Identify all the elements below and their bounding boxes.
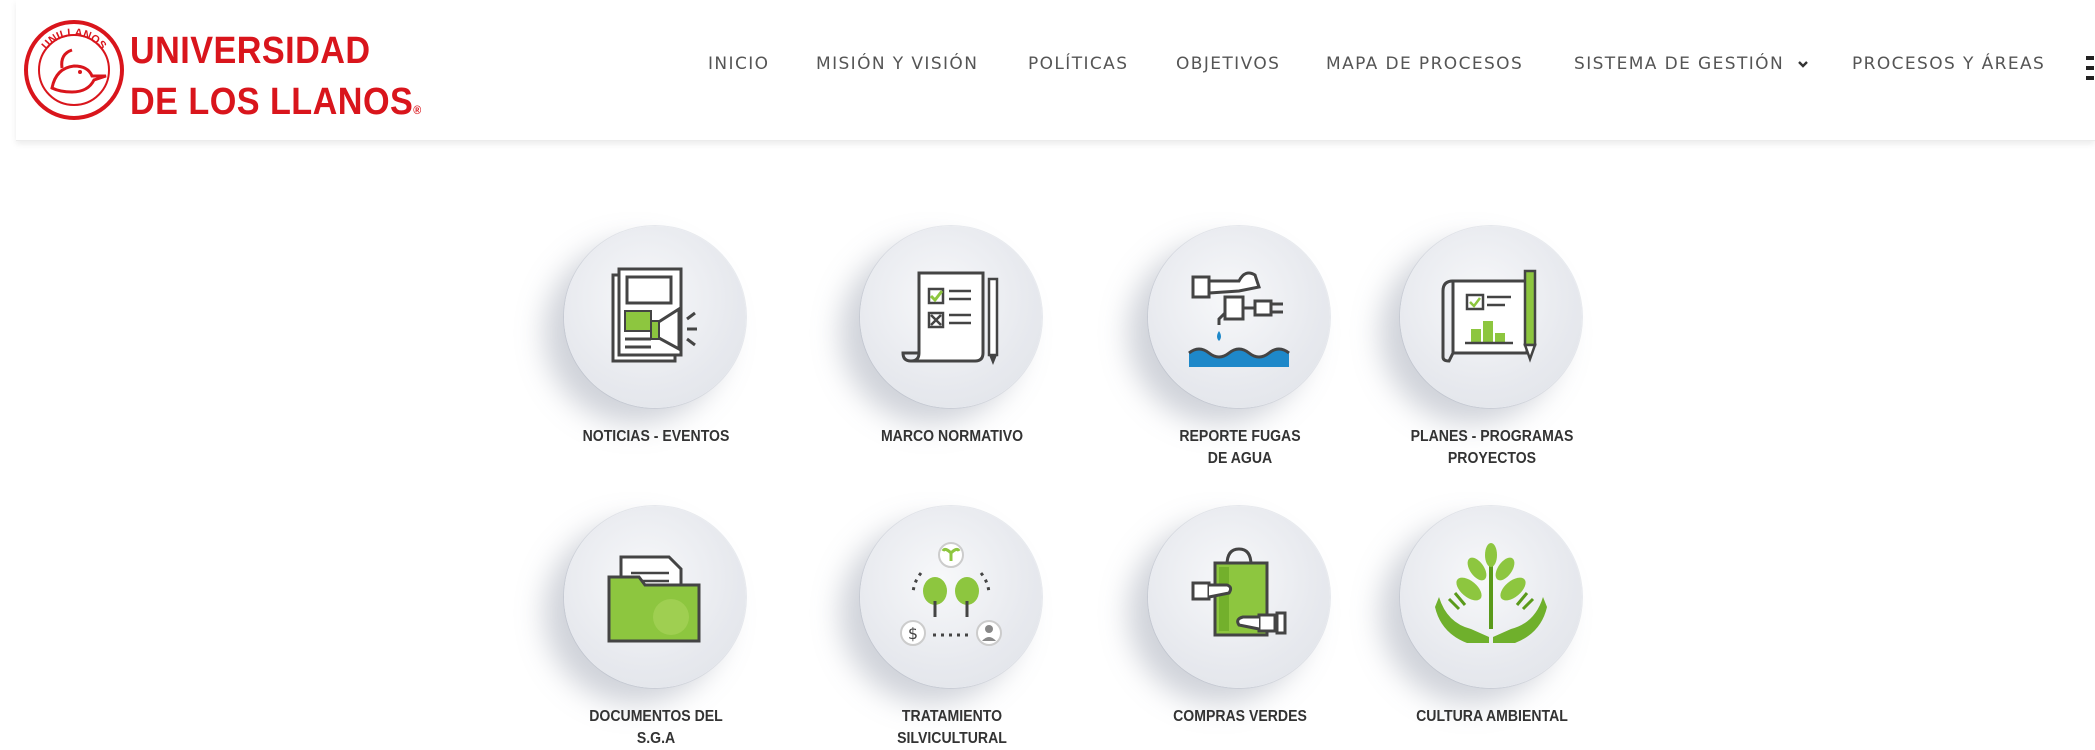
water-faucet-icon (1188, 271, 1290, 367)
blueprint-pencil-icon (1441, 269, 1537, 363)
tile-label-line-2: PROYECTOS (1447, 450, 1537, 467)
tile-circle[interactable] (1400, 226, 1582, 408)
nav-item-sistema-gestion[interactable]: SISTEMA DE GESTIÓN (1574, 54, 1809, 74)
tile-label[interactable]: REPORTE FUGAS DE AGUA (1134, 426, 1345, 470)
brand-name-line-2: DE LOS LLANOS® (130, 81, 422, 124)
tree-cycle-icon: $ (900, 542, 1002, 646)
tile-circle[interactable] (860, 226, 1042, 408)
tile-label-line-1: MARCO NORMATIVO (880, 428, 1024, 445)
tile-circle[interactable] (564, 506, 746, 688)
tile-label[interactable]: PLANES - PROGRAMAS PROYECTOS (1386, 426, 1597, 470)
nav-item-sistema-gestion-label: SISTEMA DE GESTIÓN (1574, 54, 1785, 74)
registered-mark: ® (413, 103, 422, 117)
nav-item-procesos-areas[interactable]: PROCESOS Y ÁREAS (1852, 54, 2045, 74)
tile-label-line-1: PLANES - PROGRAMAS (1410, 428, 1574, 445)
tile-label[interactable]: TRATAMIENTO SILVICULTURAL (846, 706, 1057, 750)
nav-item-mapa-procesos[interactable]: MAPA DE PROCESOS (1326, 54, 1523, 74)
nav-item-politicas[interactable]: POLÍTICAS (1028, 54, 1128, 74)
tile-label[interactable]: NOTICIAS - EVENTOS (550, 426, 761, 448)
nav-item-objetivos[interactable]: OBJETIVOS (1176, 54, 1280, 74)
svg-text:$: $ (908, 624, 918, 643)
main-navigation: INICIO MISIÓN Y VISIÓN POLÍTICAS OBJETIV… (16, 54, 2095, 84)
tile-label-line-1: DOCUMENTOS DEL (589, 708, 723, 725)
chevron-down-icon (1798, 61, 1808, 68)
nav-item-inicio[interactable]: INICIO (708, 54, 769, 74)
tile-label[interactable]: MARCO NORMATIVO (846, 426, 1057, 448)
tile-label-line-1: TRATAMIENTO (901, 708, 1003, 725)
tile-circle[interactable] (1148, 226, 1330, 408)
folder-icon (607, 555, 701, 643)
brand-name-line-2-text: DE LOS LLANOS (130, 81, 414, 123)
checklist-scroll-icon (901, 271, 999, 365)
tile-label-line-1: REPORTE FUGAS (1179, 428, 1301, 445)
newspaper-megaphone-icon (611, 267, 697, 363)
tile-label[interactable]: CULTURA AMBIENTAL (1386, 706, 1597, 728)
green-shopping-bag-icon (1191, 547, 1287, 637)
tile-label-line-1: CULTURA AMBIENTAL (1416, 708, 1568, 725)
tile-circle[interactable] (564, 226, 746, 408)
tile-circle[interactable]: $ (860, 506, 1042, 688)
tile-label-line-2: DE AGUA (1207, 450, 1273, 467)
tile-label[interactable]: COMPRAS VERDES (1134, 706, 1345, 728)
tile-circle[interactable] (1400, 506, 1582, 688)
tile-label[interactable]: DOCUMENTOS DEL S.G.A (550, 706, 761, 750)
hands-plant-icon (1435, 543, 1547, 643)
tile-label-line-1: NOTICIAS - EVENTOS (582, 428, 730, 445)
tile-label-line-1: COMPRAS VERDES (1173, 708, 1307, 725)
site-header: UNILLANOS UNIVERSIDAD DE LOS LLANOS® INI… (16, 0, 2095, 141)
nav-item-mision-vision[interactable]: MISIÓN Y VISIÓN (816, 54, 978, 74)
tile-label-line-2: S.G.A (636, 730, 676, 747)
tile-circle[interactable] (1148, 506, 1330, 688)
tile-label-line-2: SILVICULTURAL (897, 730, 1007, 747)
menu-icon[interactable] (2086, 56, 2094, 80)
